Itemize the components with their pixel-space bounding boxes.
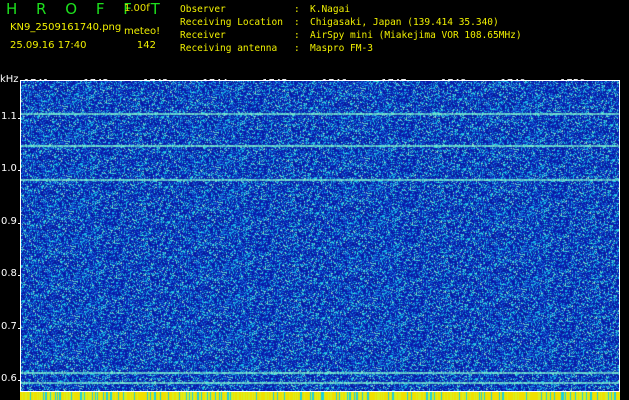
datetime-label: 25.09.16 17:40 bbox=[10, 40, 87, 51]
meteo-label: meteo! bbox=[124, 26, 161, 37]
info-separator: : bbox=[294, 43, 300, 54]
info-value: Maspro FM-3 bbox=[310, 43, 373, 54]
y-tick-mark bbox=[18, 222, 21, 224]
y-tick-mark bbox=[18, 275, 21, 277]
y-tick-label: 1.0 bbox=[1, 163, 17, 175]
y-tick-mark bbox=[18, 170, 21, 172]
header: H R O F F T 1.00f KN9_2509161740.png met… bbox=[0, 0, 629, 74]
station-info: Observer : K.Nagai Receiving Location : … bbox=[180, 3, 522, 55]
info-key: Observer bbox=[180, 4, 226, 15]
y-tick-label: 1.1 bbox=[1, 110, 17, 122]
frequency-axis: 1.1 1.0 0.9 0.8 0.7 0.6 bbox=[0, 0, 21, 400]
y-tick-label: 0.6 bbox=[1, 373, 17, 385]
info-separator: : bbox=[294, 17, 300, 28]
y-tick-label: 0.8 bbox=[1, 268, 17, 280]
info-value: AirSpy mini (Miakejima VOR 108.65MHz) bbox=[310, 30, 522, 41]
y-tick-label: 0.9 bbox=[1, 215, 17, 227]
info-separator: : bbox=[294, 30, 300, 41]
signal-level-strip bbox=[20, 392, 620, 400]
spectrogram-panel bbox=[20, 80, 620, 392]
info-row-location: Receiving Location : Chigasaki, Japan (1… bbox=[180, 16, 522, 29]
info-row-receiver: Receiver : AirSpy mini (Miakejima VOR 10… bbox=[180, 29, 522, 42]
y-tick-label: 0.7 bbox=[1, 320, 17, 332]
info-separator: : bbox=[294, 4, 300, 15]
info-key: Receiving antenna bbox=[180, 43, 278, 54]
version-label: 1.00f bbox=[124, 3, 150, 14]
info-key: Receiver bbox=[180, 30, 226, 41]
info-row-antenna: Receiving antenna : Maspro FM-3 bbox=[180, 42, 522, 55]
info-row-observer: Observer : K.Nagai bbox=[180, 3, 522, 16]
info-key: Receiving Location bbox=[180, 17, 283, 28]
meteor-count: 142 bbox=[136, 40, 156, 51]
filename-label: KN9_2509161740.png bbox=[10, 22, 122, 33]
y-tick-mark bbox=[18, 327, 21, 329]
y-tick-mark bbox=[18, 117, 21, 119]
spectrogram-canvas bbox=[21, 81, 619, 391]
info-value: Chigasaki, Japan (139.414 35.340) bbox=[310, 17, 499, 28]
info-value: K.Nagai bbox=[310, 4, 351, 15]
y-tick-mark bbox=[18, 380, 21, 382]
